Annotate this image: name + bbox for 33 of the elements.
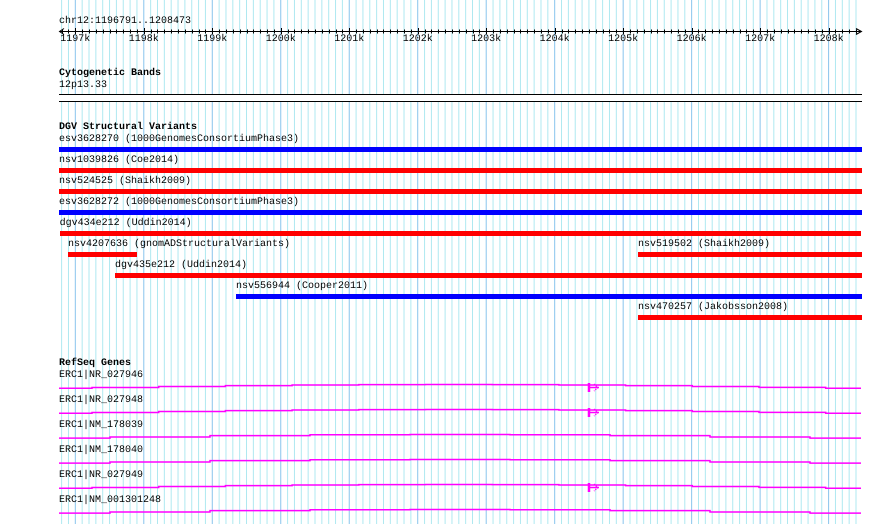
band-label: 12p13.33 xyxy=(59,80,108,92)
transcript-label: ERC1|NR_027946 xyxy=(59,370,144,382)
tick-label: 1203k xyxy=(471,34,502,46)
transcript-label: ERC1|NR_027948 xyxy=(59,395,144,407)
tick-label: 1197k xyxy=(60,34,90,46)
variant-label: nsv1039826 (Coe2014) xyxy=(59,155,180,167)
tick-label: 1205k xyxy=(608,34,638,46)
track-title: Cytogenetic Bands xyxy=(59,68,162,80)
tick-label: 1202k xyxy=(402,34,433,46)
transcript-label: ERC1|NR_027949 xyxy=(59,470,144,482)
tick-label: 1198k xyxy=(128,34,159,46)
track-title: DGV Structural Variants xyxy=(59,122,198,134)
variant-label: dgv435e212 (Uddin2014) xyxy=(115,260,248,272)
location-label: chr12:1196791..1208473 xyxy=(59,16,192,28)
variant-label: nsv519502 (Shaikh2009) xyxy=(638,239,770,251)
tick-label: 1199k xyxy=(197,34,228,46)
tick-label: 1206k xyxy=(676,34,707,46)
variant-label: esv3628272 (1000GenomesConsortiumPhase3) xyxy=(59,197,300,209)
variant-label: nsv470257 (Jakobsson2008) xyxy=(638,302,788,314)
transcript-label: ERC1|NM_178039 xyxy=(59,420,144,432)
transcript-label: ERC1|NM_178040 xyxy=(59,445,144,457)
tick-label: 1207k xyxy=(745,34,776,46)
transcript-label: ERC1|NM_001301248 xyxy=(59,495,162,507)
variant-label: esv3628270 (1000GenomesConsortiumPhase3) xyxy=(59,134,300,146)
tick-label: 1208k xyxy=(814,34,844,46)
variant-label: nsv524525 (Shaikh2009) xyxy=(59,176,192,188)
variant-label: nsv556944 (Cooper2011) xyxy=(236,281,368,293)
track-title: RefSeq Genes xyxy=(59,358,132,370)
tick-label: 1201k xyxy=(334,34,364,46)
variant-label: dgv434e212 (Uddin2014) xyxy=(60,218,192,230)
tick-label: 1204k xyxy=(540,34,570,46)
tick-label: 1200k xyxy=(266,34,296,46)
variant-label: nsv4207636 (gnomADStructuralVariants) xyxy=(68,239,290,251)
